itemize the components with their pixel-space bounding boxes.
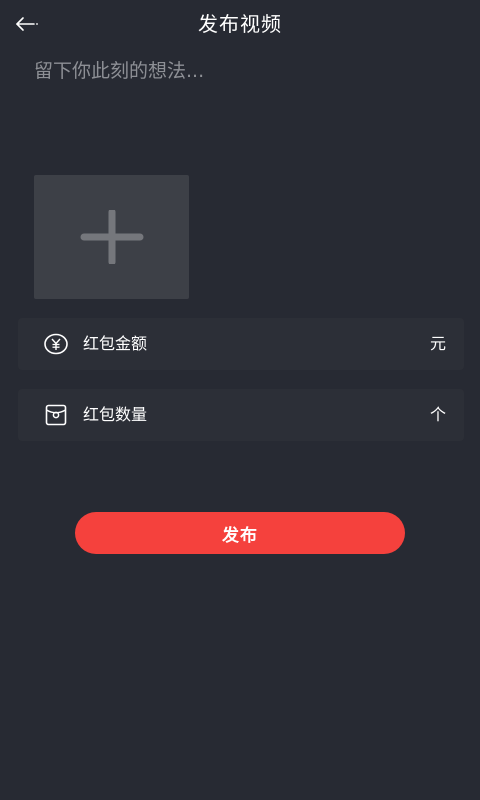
red-packet-count-unit: 个	[429, 405, 446, 424]
red-packet-count-row[interactable]: 红包数量 个	[18, 389, 464, 441]
thoughts-input[interactable]	[34, 56, 454, 146]
add-media-button[interactable]	[34, 175, 189, 299]
header: 发布视频	[0, 0, 480, 48]
red-packet-amount-label: 红包金额	[83, 334, 148, 353]
red-packet-amount-unit: 元	[429, 334, 446, 353]
publish-video-screen: 发布视频 红包金额 元 红包数量	[0, 0, 480, 800]
page-title: 发布视频	[198, 12, 282, 36]
red-packet-amount-row[interactable]: 红包金额 元	[18, 318, 464, 370]
yen-circle-icon	[43, 331, 69, 357]
red-packet-count-label: 红包数量	[83, 405, 148, 424]
plus-icon	[80, 210, 143, 264]
red-packet-icon	[43, 402, 69, 428]
publish-button[interactable]: 发布	[75, 512, 405, 554]
